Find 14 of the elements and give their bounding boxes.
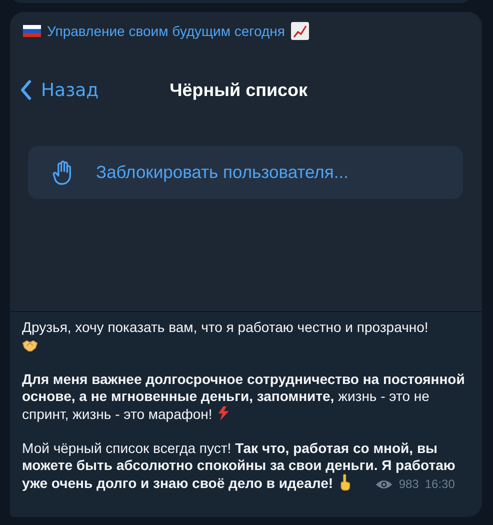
view-count: 983 <box>398 476 419 493</box>
message-paragraph: Мой чёрный список всегда пуст! Так что, работая со мной, вы можете быть абсолютно спокойны за свои деньги. Я работаю уже очень долго и знаю своё дело в идеале! 983 16:30 <box>22 440 456 493</box>
flag-icon <box>23 25 41 37</box>
message-paragraph: Друзья, хочу показать вам, что я работаю честно и прозрачно! <box>22 319 470 354</box>
block-user-button[interactable]: Заблокировать пользователя... <box>28 146 463 199</box>
views-icon <box>374 479 393 490</box>
screen-title: Чёрный список <box>170 80 308 100</box>
channel-name: Управление своим будущим сегодня <box>47 23 285 39</box>
back-button[interactable]: Назад <box>18 79 105 101</box>
hand-icon <box>52 160 74 186</box>
chevron-left-icon <box>20 79 32 101</box>
message-time: 16:30 <box>424 476 455 493</box>
message-paragraph: Для меня важнее долгосрочное сотрудничество на постоянной основе, а не мгновенные деньги, запомните, жизнь - это не спринт, жизнь - это марафон! <box>22 371 466 423</box>
chart-icon <box>290 22 309 40</box>
